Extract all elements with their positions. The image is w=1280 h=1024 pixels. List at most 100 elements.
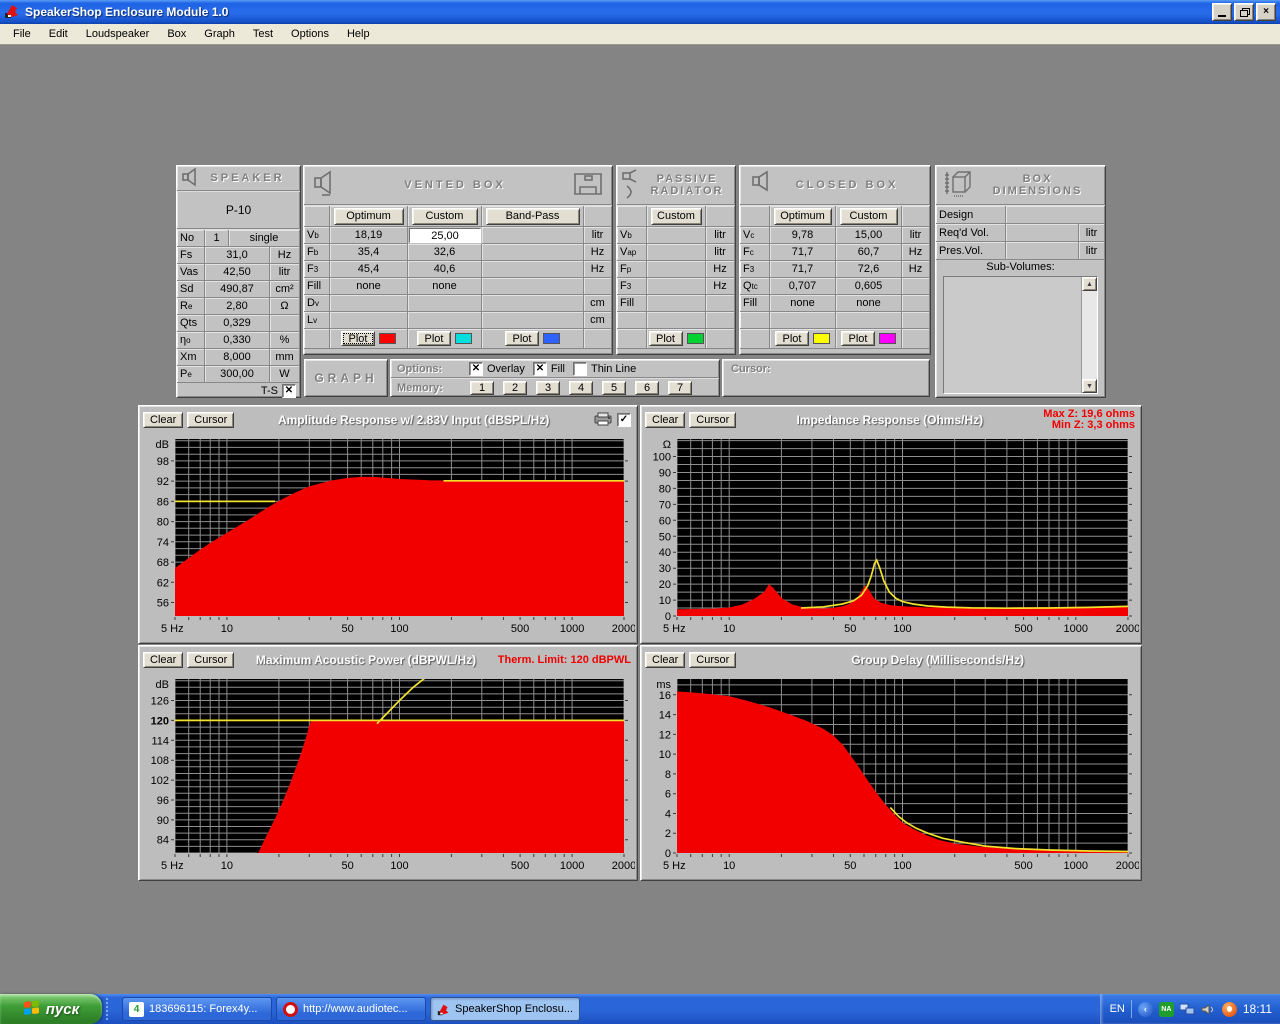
svg-text:70: 70 xyxy=(659,499,671,511)
restore-button[interactable] xyxy=(1234,3,1254,21)
thin-line-checkbox[interactable] xyxy=(573,362,587,376)
menu-item-box[interactable]: Box xyxy=(158,25,195,43)
close-button[interactable]: × xyxy=(1256,3,1276,21)
speaker-model[interactable]: P-10 xyxy=(177,192,300,230)
svg-text:8: 8 xyxy=(665,769,671,781)
column-button-optimum[interactable]: Optimum xyxy=(774,208,832,225)
sub-volumes-listbox[interactable]: ▲ ▼ xyxy=(943,276,1098,394)
column-button-custom[interactable]: Custom xyxy=(840,208,898,225)
column-button-custom[interactable]: Custom xyxy=(412,208,478,225)
menu-item-graph[interactable]: Graph xyxy=(195,25,244,43)
opera-tray-icon[interactable] xyxy=(1222,1002,1237,1017)
cursor-button[interactable]: Cursor xyxy=(689,652,736,668)
param-value: 71,7 xyxy=(770,261,836,278)
svg-text:114: 114 xyxy=(151,735,169,747)
printer-icon[interactable] xyxy=(593,412,613,429)
dimension-value[interactable] xyxy=(1006,206,1105,224)
memory-button-1[interactable]: 1 xyxy=(470,381,494,395)
menu-item-file[interactable]: File xyxy=(4,25,40,43)
svg-text:100: 100 xyxy=(893,860,911,872)
cursor-button[interactable]: Cursor xyxy=(689,412,736,428)
memory-button-2[interactable]: 2 xyxy=(503,381,527,395)
fill-checkbox[interactable]: ✕ xyxy=(533,362,547,376)
table-row: Optimum Custom xyxy=(740,206,930,227)
menu-item-edit[interactable]: Edit xyxy=(40,25,77,43)
table-row xyxy=(740,312,930,329)
scroll-down-button[interactable]: ▼ xyxy=(1082,379,1097,393)
network-icon[interactable] xyxy=(1180,1002,1195,1017)
restore-icon xyxy=(1240,8,1249,16)
dimension-row: Design xyxy=(936,206,1105,224)
plot-button[interactable]: Plot xyxy=(649,331,683,346)
passive-radiator-title: PASSIVERADIATOR xyxy=(643,173,731,197)
column-button-custom[interactable]: Custom xyxy=(651,208,702,225)
antivirus-icon[interactable]: NA xyxy=(1159,1002,1174,1017)
svg-text:120: 120 xyxy=(151,715,169,727)
memory-button-6[interactable]: 6 xyxy=(635,381,659,395)
menu-item-help[interactable]: Help xyxy=(338,25,379,43)
table-row: Vblitr xyxy=(617,227,735,244)
column-button-optimum[interactable]: Optimum xyxy=(334,208,404,225)
menu-item-test[interactable]: Test xyxy=(244,25,282,43)
svg-text:50: 50 xyxy=(844,860,856,872)
svg-text:96: 96 xyxy=(157,795,169,807)
dimension-value[interactable] xyxy=(1006,242,1079,260)
amplitude-plot-area[interactable]: 9892868074686256dB5 Hz105010050010002000 xyxy=(141,431,635,640)
collapse-icon[interactable]: ‹ xyxy=(1138,1002,1153,1017)
param-label: Pe xyxy=(177,366,205,383)
cursor-button[interactable]: Cursor xyxy=(187,412,234,428)
param-value: 40,6 xyxy=(408,261,482,278)
titlebar[interactable]: SpeakerShop Enclosure Module 1.0 × xyxy=(0,0,1280,24)
start-button[interactable]: пуск xyxy=(0,994,102,1024)
language-indicator[interactable]: EN xyxy=(1110,1003,1125,1015)
plot-button[interactable]: Plot xyxy=(417,331,451,346)
memory-button-4[interactable]: 4 xyxy=(569,381,593,395)
param-value-editable[interactable]: 25,00 xyxy=(409,228,481,243)
param-label: No xyxy=(177,230,205,247)
volume-icon[interactable] xyxy=(1201,1002,1216,1017)
param-unit: litr xyxy=(270,264,300,281)
svg-text:126: 126 xyxy=(151,696,169,708)
overlay-checkbox[interactable]: ✕ xyxy=(469,362,483,376)
menubar: FileEditLoudspeakerBoxGraphTestOptionsHe… xyxy=(0,24,1280,45)
svg-text:30: 30 xyxy=(659,563,671,575)
task-button[interactable]: http://www.audiotec... xyxy=(276,997,426,1021)
delay-plot-area[interactable]: 1614121086420ms5 Hz105010050010002000 xyxy=(643,671,1139,877)
clear-button[interactable]: Clear xyxy=(645,652,685,668)
clear-button[interactable]: Clear xyxy=(645,412,685,428)
impedance-plot-area[interactable]: 1009080706050403020100Ω5 Hz1050100500100… xyxy=(643,431,1139,640)
menu-item-options[interactable]: Options xyxy=(282,25,338,43)
clock[interactable]: 18:11 xyxy=(1243,1002,1272,1016)
plot-button[interactable]: Plot xyxy=(841,331,875,346)
print-checkbox[interactable]: ✓ xyxy=(617,413,631,427)
power-plot-area[interactable]: 126120114108102969084dB5 Hz1050100500100… xyxy=(141,671,635,877)
plot-button[interactable]: Plot xyxy=(341,331,375,346)
tray-separator xyxy=(1131,1000,1132,1018)
minimize-button[interactable] xyxy=(1212,3,1232,21)
plot-button[interactable]: Plot xyxy=(775,331,809,346)
clear-button[interactable]: Clear xyxy=(143,652,183,668)
memory-button-3[interactable]: 3 xyxy=(536,381,560,395)
cursor-button[interactable]: Cursor xyxy=(187,652,234,668)
task-label: SpeakerShop Enclosu... xyxy=(455,1003,573,1015)
empty-cell xyxy=(836,312,902,329)
impedance-annotations: Max Z: 19,6 ohms Min Z: 3,3 ohms xyxy=(1043,409,1135,431)
column-button-bandpass[interactable]: Band-Pass xyxy=(486,208,580,225)
table-row: Fc71,760,7Hz xyxy=(740,244,930,261)
table-row: Plot xyxy=(617,329,735,349)
clear-button[interactable]: Clear xyxy=(143,412,183,428)
chart-title: Group Delay (Milliseconds/Hz) xyxy=(740,653,1135,667)
task-button[interactable]: SpeakerShop Enclosu... xyxy=(430,997,580,1021)
vented-box-panel: VENTED BOX OptimumCustomBand-PassVb18,19… xyxy=(303,165,613,355)
memory-button-7[interactable]: 7 xyxy=(668,381,692,395)
sub-volumes-scrollbar[interactable]: ▲ ▼ xyxy=(1081,277,1097,393)
ts-checkbox[interactable]: ✕ xyxy=(282,384,296,398)
table-row: Plot Plot xyxy=(740,329,930,349)
scroll-up-button[interactable]: ▲ xyxy=(1082,277,1097,291)
memory-button-5[interactable]: 5 xyxy=(602,381,626,395)
param-unit: Ω xyxy=(270,298,300,315)
plot-button[interactable]: Plot xyxy=(505,331,539,346)
task-button[interactable]: 4183696115: Forex4y... xyxy=(122,997,272,1021)
dimension-value[interactable] xyxy=(1006,224,1079,242)
menu-item-loudspeaker[interactable]: Loudspeaker xyxy=(77,25,159,43)
